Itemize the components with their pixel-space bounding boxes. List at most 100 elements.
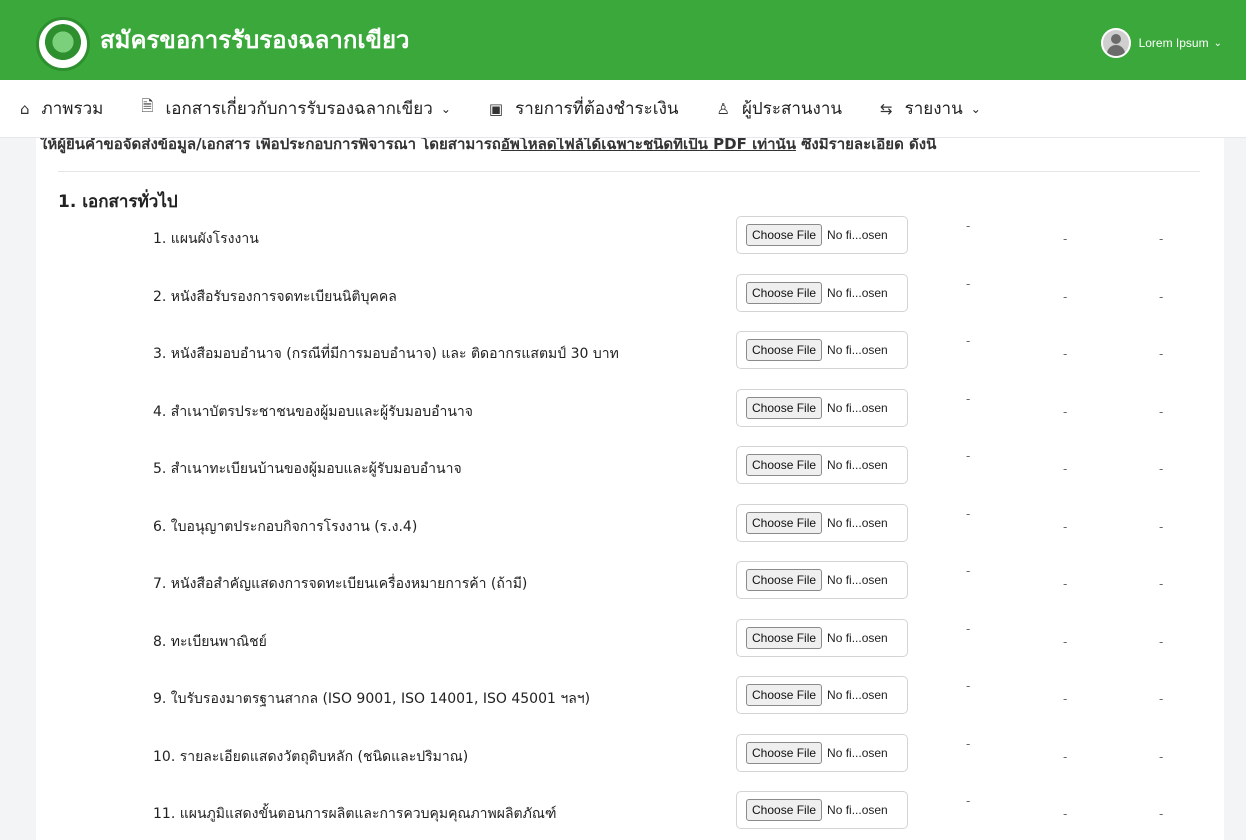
choose-file-button[interactable]: Choose File xyxy=(746,339,823,361)
user-name: Lorem Ipsum xyxy=(1138,36,1209,50)
nav-reports-label: รายงาน xyxy=(904,99,963,119)
document-label: 7. หนังสือสำคัญแสดงการจดทะเบียนเครื่องหม… xyxy=(153,576,528,592)
app-title: สมัครขอการรับรองฉลากเขียว xyxy=(100,26,410,54)
choose-file-button[interactable]: Choose File xyxy=(746,684,823,706)
file-upload-input[interactable]: Choose File No fi...osen xyxy=(736,503,908,542)
status-placeholder: - xyxy=(966,219,971,233)
nav-overview[interactable]: ⌂ ภาพรวม xyxy=(20,95,103,122)
status-placeholder: - xyxy=(966,506,971,521)
nav-coordinators-label: ผู้ประสานงาน xyxy=(741,99,842,119)
nav-documents-label: เอกสารเกี่ยวกับการรับรองฉลากเขียว xyxy=(165,99,433,119)
file-status: No fi...osen xyxy=(827,343,888,357)
choose-file-button[interactable]: Choose File xyxy=(746,569,823,591)
file-status: No fi...osen xyxy=(827,458,888,472)
exchange-icon: ⇆ xyxy=(880,99,893,118)
choose-file-button[interactable]: Choose File xyxy=(746,281,823,304)
choose-file-button[interactable]: Choose File xyxy=(746,799,823,821)
file-upload-input[interactable]: Choose File No fi...osen xyxy=(736,676,908,714)
status-placeholder: - xyxy=(966,449,971,463)
document-label: 6. ใบอนุญาตประกอบกิจการโรงงาน (ร.ง.4) xyxy=(153,518,418,535)
person-icon: ♙ xyxy=(716,99,730,118)
document-label: 11. แผนภูมิแสดงขั้นตอนการผลิตและการควบคุ… xyxy=(153,806,557,822)
file-status: No fi...osen xyxy=(827,228,888,242)
chevron-down-icon: ⌄ xyxy=(1213,37,1222,49)
status-placeholder: - xyxy=(966,564,971,578)
file-status: No fi...osen xyxy=(827,630,888,645)
list-item: 6. ใบอนุญาตประกอบกิจการโรงงาน (ร.ง.4) Cho… xyxy=(36,503,1224,561)
document-label: 4. สำเนาบัตรประชาชนของผู้มอบและผู้รับมอบ… xyxy=(153,403,473,420)
file-status: No fi...osen xyxy=(827,285,888,300)
green-label-logo[interactable] xyxy=(36,17,90,71)
status-placeholder: - xyxy=(966,794,971,808)
list-item: 1. แผนผังโรงงาน Choose File No fi...osen - -… xyxy=(36,216,1224,273)
nav-coordinators[interactable]: ♙ ผู้ประสานงาน xyxy=(717,95,842,122)
divider xyxy=(58,171,1200,172)
status-placeholder: - xyxy=(966,276,971,291)
document-label: 1. แผนผังโรงงาน xyxy=(153,231,259,247)
chevron-down-icon: ⌄ xyxy=(440,101,451,116)
file-upload-input[interactable]: Choose File No fi...osen xyxy=(736,446,908,484)
section-title: 1. เอกสารทั่วไป xyxy=(58,192,178,212)
choose-file-button[interactable]: Choose File xyxy=(746,396,823,419)
file-upload-input[interactable]: Choose File No fi...osen xyxy=(736,733,908,772)
nav-payments-label: รายการที่ต้องชำระเงิน xyxy=(515,99,679,119)
document-label: 2. หนังสือรับรองการจดทะเบียนนิติบุคคล xyxy=(153,288,397,305)
status-placeholder: - xyxy=(1159,462,1164,476)
file-upload-input[interactable]: Choose File No fi...osen xyxy=(736,216,908,254)
file-status: No fi...osen xyxy=(827,573,888,587)
status-placeholder: - xyxy=(1063,404,1068,419)
nav-documents[interactable]: 🗎 เอกสารเกี่ยวกับการรับรองฉลากเขียว ⌄ xyxy=(141,95,451,122)
status-placeholder: - xyxy=(1063,232,1068,246)
file-upload-input[interactable]: Choose File No fi...osen xyxy=(736,273,908,312)
file-upload-input[interactable]: Choose File No fi...osen xyxy=(736,618,908,657)
choose-file-button[interactable]: Choose File xyxy=(746,626,823,649)
list-item: 2. หนังสือรับรองการจดทะเบียนนิติบุคคล Cho… xyxy=(36,273,1224,331)
nav-payments[interactable]: ▣ รายการที่ต้องชำระเงิน xyxy=(489,95,679,122)
status-placeholder: - xyxy=(966,334,971,348)
status-placeholder: - xyxy=(966,736,971,751)
status-placeholder: - xyxy=(1063,289,1068,304)
choose-file-button[interactable]: Choose File xyxy=(746,224,823,246)
status-placeholder: - xyxy=(1063,634,1068,649)
status-placeholder: - xyxy=(1063,692,1068,706)
logo-emblem xyxy=(43,24,83,64)
file-upload-input[interactable]: Choose File No fi...osen xyxy=(736,561,908,599)
status-placeholder: - xyxy=(1063,347,1068,361)
file-upload-input[interactable]: Choose File No fi...osen xyxy=(736,791,908,829)
list-item: 11. แผนภูมิแสดงขั้นตอนการผลิตและการควบคุ… xyxy=(36,791,1224,840)
choose-file-button[interactable]: Choose File xyxy=(746,741,823,764)
status-placeholder: - xyxy=(1159,404,1164,419)
nav-reports[interactable]: ⇆ รายงาน ⌄ xyxy=(880,95,981,122)
status-placeholder: - xyxy=(966,621,971,636)
status-placeholder: - xyxy=(1063,519,1068,534)
document-icon: 🗎 xyxy=(141,97,154,115)
status-placeholder: - xyxy=(1159,289,1164,304)
file-status: No fi...osen xyxy=(827,745,888,760)
nav-overview-label: ภาพรวม xyxy=(41,99,104,119)
document-upload-panel: ให้ผู้ยื่นคำขอจัดส่งข้อมูล/เอกสาร เพื่อป… xyxy=(36,120,1224,840)
status-placeholder: - xyxy=(1063,577,1068,591)
status-placeholder: - xyxy=(1159,749,1164,764)
file-upload-input[interactable]: Choose File No fi...osen xyxy=(736,331,908,369)
file-status: No fi...osen xyxy=(827,515,888,530)
document-label: 10. รายละเอียดแสดงวัตถุดิบหลัก (ชนิดและป… xyxy=(153,748,469,765)
top-header-bar: สมัครขอการรับรองฉลากเขียว Lorem Ipsum ⌄ xyxy=(0,0,1246,80)
choose-file-button[interactable]: Choose File xyxy=(746,454,823,476)
user-menu[interactable]: Lorem Ipsum ⌄ xyxy=(1100,28,1222,58)
document-label: 9. ใบรับรองมาตรฐานสากล (ISO 9001, ISO 14… xyxy=(153,691,591,707)
status-placeholder: - xyxy=(1159,519,1164,534)
status-placeholder: - xyxy=(1159,634,1164,649)
document-label: 5. สำเนาทะเบียนบ้านของผู้มอบและผู้รับมอบ… xyxy=(153,461,462,477)
file-upload-input[interactable]: Choose File No fi...osen xyxy=(736,388,908,427)
chevron-down-icon: ⌄ xyxy=(970,101,981,116)
status-placeholder: - xyxy=(1159,692,1164,706)
status-placeholder: - xyxy=(1159,347,1164,361)
file-status: No fi...osen xyxy=(827,688,888,702)
main-navigation: ⌂ ภาพรวม 🗎 เอกสารเกี่ยวกับการรับรองฉลากเ… xyxy=(0,80,1246,138)
status-placeholder: - xyxy=(1063,749,1068,764)
status-placeholder: - xyxy=(1063,462,1068,476)
list-item: 3. หนังสือมอบอำนาจ (กรณีที่มีการมอบอำนาจ… xyxy=(36,331,1224,388)
status-placeholder: - xyxy=(966,391,971,406)
choose-file-button[interactable]: Choose File xyxy=(746,511,823,534)
list-item: 9. ใบรับรองมาตรฐานสากล (ISO 9001, ISO 14… xyxy=(36,676,1224,733)
